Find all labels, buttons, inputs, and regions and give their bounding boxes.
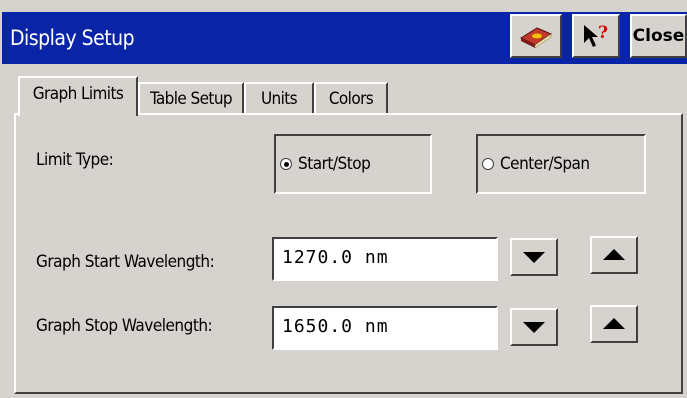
stop-decrease-button[interactable] — [510, 308, 558, 346]
start-increase-button[interactable] — [590, 236, 638, 274]
arrow-up-icon — [603, 318, 625, 329]
limit-type-label: Limit Type: — [36, 150, 114, 170]
start-wavelength-label: Graph Start Wavelength: — [36, 252, 215, 272]
stop-wavelength-label: Graph Stop Wavelength: — [36, 316, 213, 336]
stop-wavelength-field[interactable]: 1650.0 nm — [272, 306, 498, 350]
start-wavelength-field[interactable]: 1270.0 nm — [272, 237, 498, 281]
close-button[interactable]: Close — [630, 14, 687, 58]
stop-increase-button[interactable] — [590, 305, 638, 343]
manual-button[interactable] — [510, 14, 562, 58]
tab-label: Colors — [328, 89, 374, 109]
radio-unselected-icon — [482, 158, 494, 170]
start-stop-radio[interactable]: Start/Stop — [274, 134, 432, 194]
start-decrease-button[interactable] — [510, 238, 558, 276]
help-button[interactable]: ? — [572, 14, 620, 58]
arrow-down-icon — [523, 252, 545, 263]
center-span-label: Center/Span — [500, 154, 590, 174]
tab-label: Units — [260, 89, 298, 109]
center-span-radio[interactable]: Center/Span — [476, 134, 646, 194]
display-setup-window: Display Setup ? Close Graph Limits Table… — [0, 0, 687, 398]
window-title: Display Setup — [10, 26, 135, 50]
tab-units[interactable]: Units — [244, 82, 314, 114]
tab-graph-limits[interactable]: Graph Limits — [18, 76, 138, 116]
book-icon — [519, 27, 553, 48]
radio-selected-icon — [280, 158, 292, 170]
tab-label: Graph Limits — [32, 84, 124, 104]
tab-label: Table Setup — [149, 89, 233, 109]
arrow-up-icon — [603, 249, 625, 260]
title-bar: Display Setup ? Close — [2, 12, 687, 64]
help-pointer-icon: ? — [584, 23, 608, 47]
close-button-label: Close — [632, 26, 685, 46]
tab-strip: Graph Limits Table Setup Units Colors — [14, 72, 687, 116]
svg-text:?: ? — [598, 23, 608, 43]
tab-colors[interactable]: Colors — [314, 82, 388, 114]
start-stop-label: Start/Stop — [298, 154, 371, 174]
tab-table-setup[interactable]: Table Setup — [138, 82, 244, 114]
arrow-down-icon — [523, 322, 545, 333]
